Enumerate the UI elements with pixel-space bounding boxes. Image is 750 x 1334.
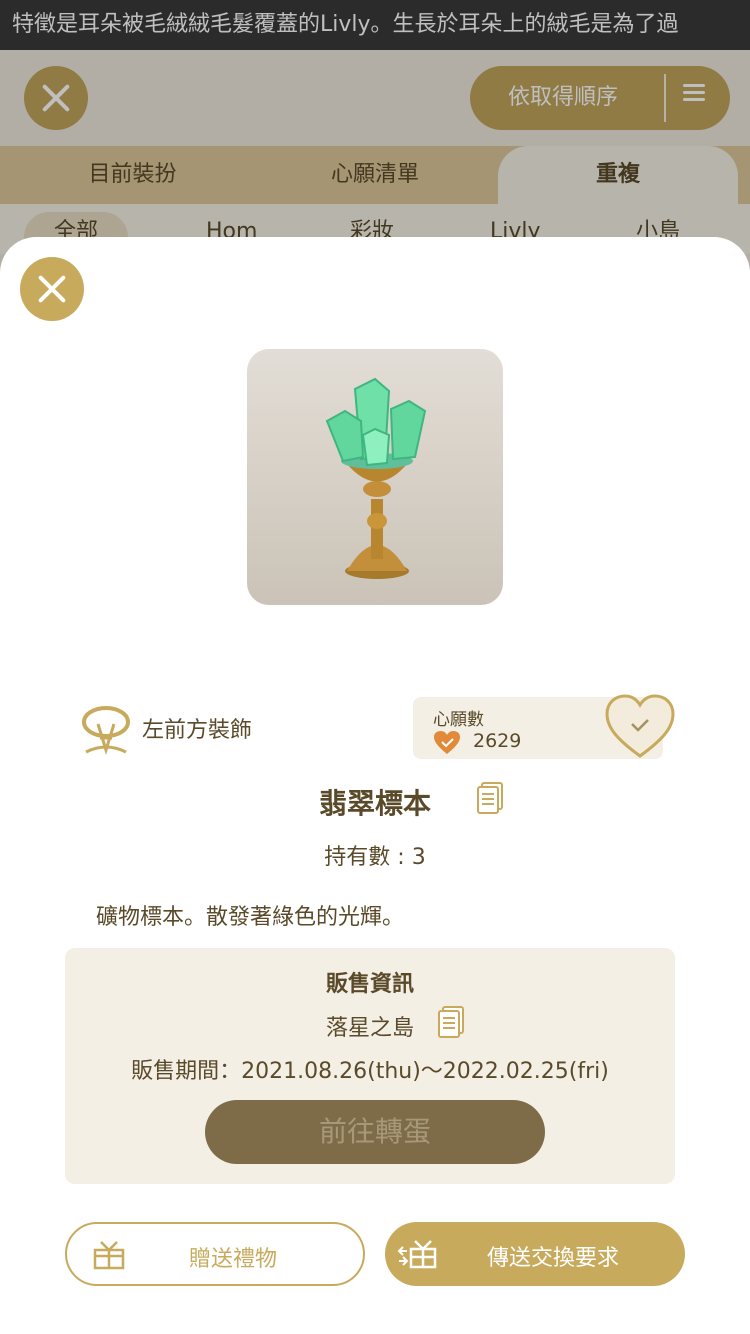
send-gift-button[interactable]: 贈送禮物 [65,1222,365,1286]
add-to-wishlist-heart-icon[interactable] [604,692,676,760]
front-left-decoration-slot-icon [82,706,130,756]
item-info-document-icon[interactable] [476,782,503,814]
sale-period: 販售期間：2021.08.26(thu)〜2022.02.25(fri) [131,1059,609,1084]
go-to-gacha-button[interactable]: 前往轉蛋 [205,1100,545,1164]
send-gift-label: 贈送禮物 [188,1247,277,1272]
item-detail-sheet: 左前方裝飾 心願數 2629 翡翠標本 持有數 : 3 礦物標本。散發著綠色的光… [0,237,750,1334]
send-trade-request-button[interactable]: 傳送交換要求 [385,1222,685,1286]
item-image [247,349,503,605]
send-trade-request-label: 傳送交換要求 [486,1246,619,1271]
heart-check-icon [434,731,460,754]
wish-count-value: 2629 [473,730,522,752]
item-name-row: 翡翠標本 [0,782,750,822]
owned-count: 持有數 : 3 [324,845,426,870]
item-description: 礦物標本。散發著綠色的光輝。 [96,905,405,930]
item-name: 翡翠標本 [318,787,431,820]
sale-location: 落星之島 [325,1016,414,1041]
wish-count-title: 心願數 [433,710,484,730]
location-info-document-icon[interactable] [437,1006,464,1038]
sale-info-panel: 販售資訊 落星之島 販售期間：2021.08.26(thu)〜2022.02.2… [65,948,675,1184]
sale-location-row: 落星之島 [65,1006,675,1042]
emerald-specimen-illustration [325,377,427,579]
slot-label: 左前方裝飾 [142,718,253,743]
close-button[interactable] [20,257,84,321]
sale-info-title: 販售資訊 [325,972,414,997]
